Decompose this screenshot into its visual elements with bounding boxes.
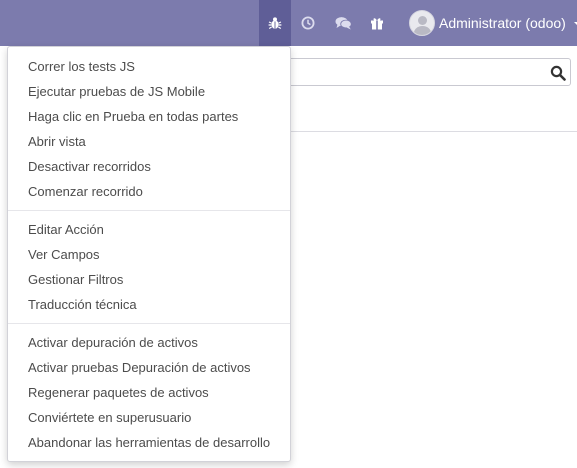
top-navbar: Administrator (odoo) xyxy=(0,0,577,46)
debug-dropdown-menu: Correr los tests JS Ejecutar pruebas de … xyxy=(7,46,291,462)
control-panel-divider xyxy=(286,131,577,132)
clock-icon xyxy=(301,16,315,30)
bug-icon xyxy=(268,17,282,30)
menu-item-open-view[interactable]: Abrir vista xyxy=(28,132,86,152)
debug-menu-toggle[interactable] xyxy=(259,0,291,46)
menu-item-disable-tours[interactable]: Desactivar recorridos xyxy=(28,157,151,177)
menu-item-start-tour[interactable]: Comenzar recorrido xyxy=(28,182,143,202)
menu-item-edit-action[interactable]: Editar Acción xyxy=(28,220,104,240)
activity-menu-toggle[interactable] xyxy=(298,0,318,46)
search-icon[interactable] xyxy=(550,65,566,81)
menu-item-run-js-tests[interactable]: Correr los tests JS xyxy=(28,57,135,77)
menu-item-activate-tests-assets-debugging[interactable]: Activar pruebas Depuración de activos xyxy=(28,358,251,378)
menu-item-become-superuser[interactable]: Conviértete en superusuario xyxy=(28,408,191,428)
whats-new-toggle[interactable] xyxy=(366,0,388,46)
menu-item-technical-translation[interactable]: Traducción técnica xyxy=(28,295,137,315)
menu-item-run-js-mobile-tests[interactable]: Ejecutar pruebas de JS Mobile xyxy=(28,82,205,102)
user-name: Administrator (odoo) xyxy=(439,15,566,31)
user-menu-toggle[interactable]: Administrator (odoo) xyxy=(409,0,577,46)
menu-item-manage-filters[interactable]: Gestionar Filtros xyxy=(28,270,123,290)
gift-icon xyxy=(371,18,383,30)
menu-item-activate-assets-debugging[interactable]: Activar depuración de activos xyxy=(28,333,198,353)
menu-item-leave-developer-tools[interactable]: Abandonar las herramientas de desarrollo xyxy=(28,433,270,453)
comments-icon xyxy=(335,17,352,30)
menu-item-click-everywhere[interactable]: Haga clic en Prueba en todas partes xyxy=(28,107,238,127)
menu-separator xyxy=(8,210,290,211)
menu-item-regenerate-assets-bundles[interactable]: Regenerar paquetes de activos xyxy=(28,383,209,403)
menu-item-view-fields[interactable]: Ver Campos xyxy=(28,245,100,265)
messaging-menu-toggle[interactable] xyxy=(332,0,354,46)
menu-separator xyxy=(8,323,290,324)
avatar xyxy=(409,10,435,36)
search-input[interactable] xyxy=(286,58,571,86)
